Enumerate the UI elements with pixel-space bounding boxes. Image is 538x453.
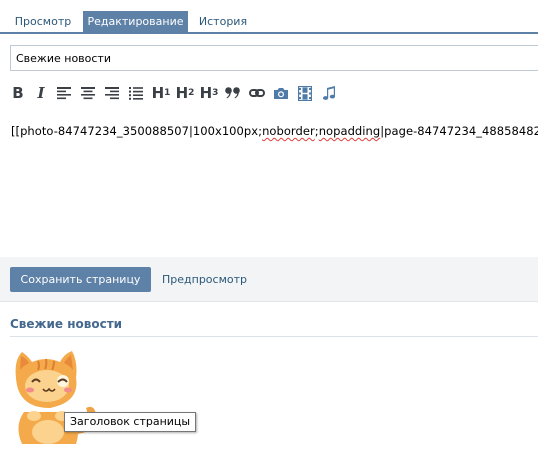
- photo-icon[interactable]: [272, 82, 290, 104]
- tab-view[interactable]: Просмотр: [10, 11, 76, 34]
- audio-icon[interactable]: [320, 82, 338, 104]
- heading-1-icon[interactable]: H1: [151, 82, 171, 104]
- spellcheck-word: nopadding: [318, 124, 381, 138]
- tooltip: Заголовок страницы: [64, 412, 197, 432]
- divider: [10, 336, 538, 337]
- page-title-input[interactable]: [10, 45, 538, 71]
- quote-icon[interactable]: [224, 82, 242, 104]
- tab-bar: Просмотр Редактирование История: [0, 0, 538, 34]
- italic-icon[interactable]: I: [34, 82, 48, 104]
- save-page-button[interactable]: Сохранить страницу: [10, 267, 151, 292]
- action-bar: Сохранить страницу Предпросмотр: [0, 257, 538, 302]
- preview-link[interactable]: Предпросмотр: [162, 273, 247, 286]
- align-center-icon[interactable]: [80, 82, 96, 104]
- formatting-toolbar: B I H1 H2 H3: [8, 82, 348, 104]
- preview-page-title: Свежие новости: [10, 317, 123, 331]
- heading-3-icon[interactable]: H3: [199, 82, 219, 104]
- align-right-icon[interactable]: [104, 82, 120, 104]
- bold-icon[interactable]: B: [11, 82, 25, 104]
- wiki-editor[interactable]: [[photo-84747234_350088507|100x100px;nob…: [0, 109, 538, 257]
- link-icon[interactable]: [248, 82, 266, 104]
- spellcheck-word: noborder: [262, 124, 315, 138]
- align-left-icon[interactable]: [56, 82, 72, 104]
- bulleted-list-icon[interactable]: [128, 82, 144, 104]
- tab-history[interactable]: История: [193, 11, 253, 34]
- tab-edit[interactable]: Редактирование: [83, 11, 188, 34]
- video-icon[interactable]: [296, 82, 314, 104]
- editor-content[interactable]: [[photo-84747234_350088507|100x100px;nob…: [11, 124, 538, 138]
- heading-2-icon[interactable]: H2: [175, 82, 195, 104]
